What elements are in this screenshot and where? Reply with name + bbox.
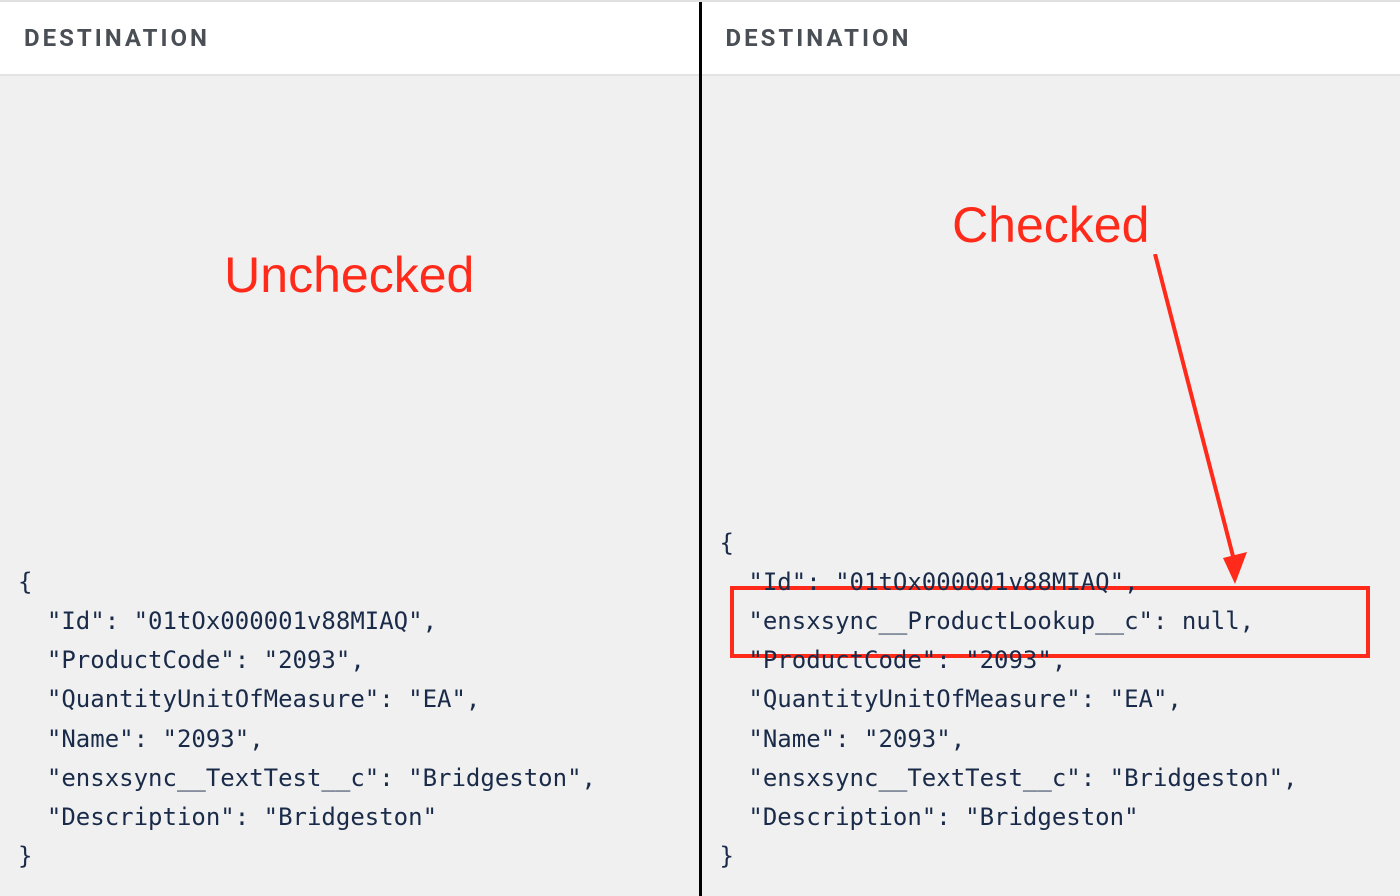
right-body: Checked { "Id": "01tOx000001v88MIAQ", "e…: [702, 76, 1400, 896]
left-panel: DESTINATION Unchecked { "Id": "01tOx0000…: [0, 2, 702, 896]
right-code-block: { "Id": "01tOx000001v88MIAQ", "ensxsync_…: [720, 524, 1383, 876]
unchecked-annotation: Unchecked: [224, 246, 474, 304]
checked-annotation: Checked: [952, 196, 1149, 254]
left-code-block: { "Id": "01tOx000001v88MIAQ", "ProductCo…: [18, 563, 681, 876]
right-panel: DESTINATION Checked { "Id": "01tOx000001…: [702, 2, 1400, 896]
left-header: DESTINATION: [0, 2, 699, 76]
left-body: Unchecked { "Id": "01tOx000001v88MIAQ", …: [0, 76, 699, 896]
left-header-label: DESTINATION: [24, 24, 675, 52]
comparison-container: DESTINATION Unchecked { "Id": "01tOx0000…: [0, 0, 1400, 896]
right-header-label: DESTINATION: [726, 24, 1377, 52]
right-header: DESTINATION: [702, 2, 1400, 76]
